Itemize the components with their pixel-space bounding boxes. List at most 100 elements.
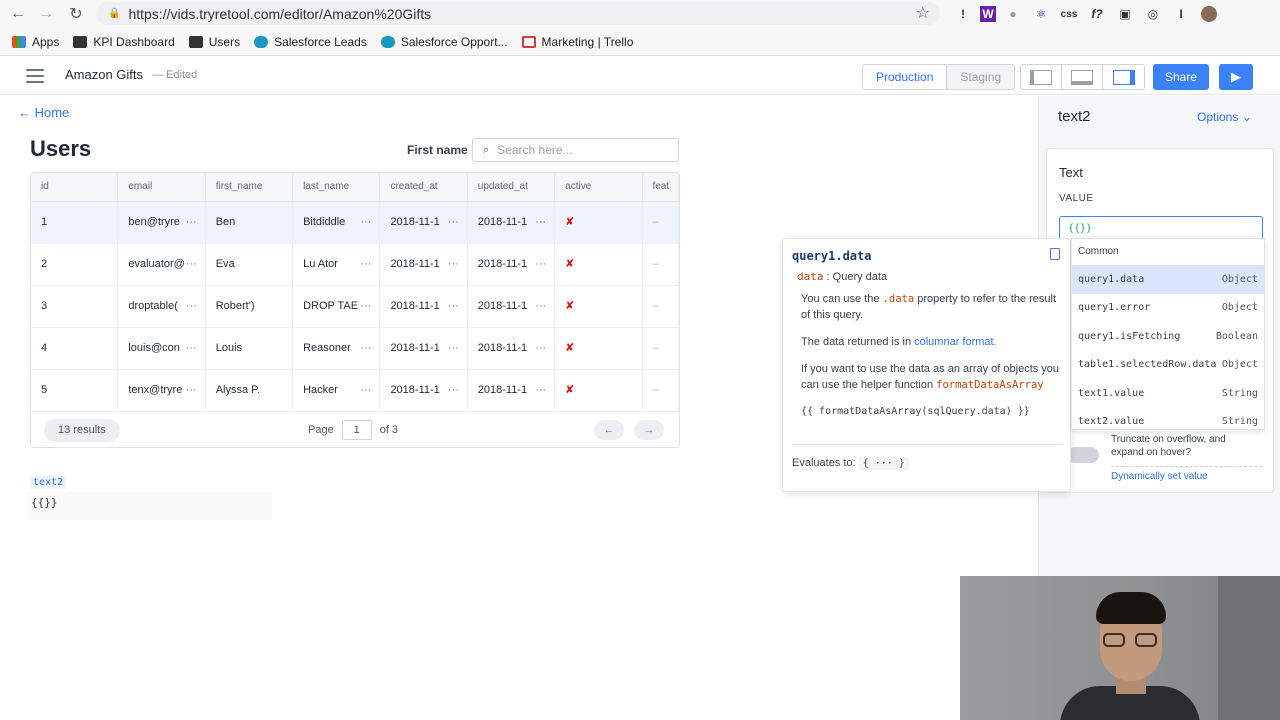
table-cell[interactable]: Ben xyxy=(206,202,294,243)
table-row[interactable]: 3 droptable(··· Robert') DROP TAE ··· 2018-11… xyxy=(31,286,679,328)
extension-icon[interactable]: ◎ xyxy=(1142,3,1164,25)
column-header[interactable]: first_name xyxy=(206,173,294,201)
bookmark-marketing-trello[interactable]: Marketing | Trello xyxy=(521,35,633,49)
search-input[interactable]: ⌕ Search here... xyxy=(472,138,679,162)
table-cell[interactable]: Bitdiddle ··· xyxy=(293,202,381,243)
overflow-icon[interactable]: ··· xyxy=(186,370,197,411)
table-cell[interactable]: 2018-11-1 ··· xyxy=(380,328,468,369)
autocomplete-item[interactable]: table1.selectedRow.data Object xyxy=(1072,351,1264,380)
extension-icon[interactable]: css xyxy=(1058,3,1080,25)
overflow-icon[interactable]: ··· xyxy=(186,286,197,327)
table-cell[interactable]: 2018-11-1 ··· xyxy=(380,202,468,243)
forward-icon[interactable]: → xyxy=(32,0,60,28)
autocomplete-item[interactable]: query1.data Object xyxy=(1072,265,1264,294)
autocomplete-item[interactable]: text2.value String xyxy=(1072,408,1264,430)
table-cell[interactable]: Robert') xyxy=(206,286,294,327)
extension-icon[interactable]: ⚛ xyxy=(1030,3,1052,25)
truncate-toggle[interactable] xyxy=(1067,447,1099,463)
reload-icon[interactable]: ↻ xyxy=(62,0,90,28)
table-cell[interactable]: – xyxy=(643,244,679,285)
overflow-icon[interactable]: ··· xyxy=(448,244,459,285)
bookmark-kpi-dashboard[interactable]: KPI Dashboard xyxy=(73,35,175,49)
overflow-icon[interactable]: ··· xyxy=(535,370,546,411)
table-cell[interactable]: louis@con ··· xyxy=(118,328,206,369)
columnar-format-link[interactable]: columnar format. xyxy=(914,336,997,348)
address-bar[interactable]: 🔒 https://vids.tryretool.com/editor/Amaz… xyxy=(96,2,940,25)
bottom-panel-toggle[interactable] xyxy=(1062,65,1103,89)
overflow-icon[interactable]: ··· xyxy=(448,286,459,327)
overflow-icon[interactable]: ··· xyxy=(535,244,546,285)
overflow-icon[interactable]: ··· xyxy=(186,202,197,243)
overflow-icon[interactable]: ··· xyxy=(360,244,371,285)
overflow-icon[interactable]: ··· xyxy=(535,202,546,243)
table-cell[interactable]: 2018-11-1 ··· xyxy=(380,370,468,411)
extension-icon[interactable]: ● xyxy=(1002,3,1024,25)
home-link[interactable]: ← Home xyxy=(18,105,69,120)
table-cell[interactable]: 4 xyxy=(31,328,119,369)
env-staging-button[interactable]: Staging xyxy=(947,65,1015,89)
table-cell[interactable]: 2018-11-1 ··· xyxy=(468,286,556,327)
prev-page-button[interactable]: ← xyxy=(594,420,624,440)
column-header[interactable]: updated_at xyxy=(468,173,556,201)
column-header[interactable]: id xyxy=(31,173,119,201)
bookmark-users[interactable]: Users xyxy=(188,35,240,49)
page-number-input[interactable]: 1 xyxy=(341,420,372,440)
profile-avatar[interactable] xyxy=(1198,3,1220,25)
column-header[interactable]: created_at xyxy=(380,173,468,201)
column-header[interactable]: feat xyxy=(643,173,679,201)
table-cell[interactable]: ben@tryre ··· xyxy=(118,202,206,243)
table-cell[interactable]: 2018-11-1 ··· xyxy=(380,286,468,327)
table-cell[interactable]: – xyxy=(643,328,679,369)
next-page-button[interactable]: → xyxy=(634,420,664,440)
table-cell[interactable]: 2018-11-1 ··· xyxy=(468,244,556,285)
extension-icon[interactable]: I xyxy=(1170,3,1192,25)
users-table[interactable]: id email first_name last_name created_at upda… xyxy=(30,172,680,448)
table-cell[interactable]: ✘ xyxy=(555,370,643,411)
extension-icon[interactable]: W xyxy=(980,6,996,22)
env-production-button[interactable]: Production xyxy=(863,65,948,89)
table-cell[interactable]: Eva xyxy=(206,244,294,285)
table-cell[interactable]: Reasoner ··· xyxy=(293,328,381,369)
table-cell[interactable]: ✘ xyxy=(555,202,643,243)
table-row[interactable]: 1 ben@tryre ··· Ben Bitdiddle ··· 2018-11-1 ···… xyxy=(31,202,679,244)
table-cell[interactable]: Louis xyxy=(206,328,294,369)
overflow-icon[interactable]: ··· xyxy=(360,370,371,411)
bookmark-salesforce-leads[interactable]: Salesforce Leads xyxy=(254,35,367,49)
table-cell[interactable]: DROP TAE ··· xyxy=(293,286,381,327)
autocomplete-item[interactable]: query1.error Object xyxy=(1072,294,1264,323)
column-header[interactable]: email xyxy=(118,173,206,201)
table-cell[interactable]: Hacker ··· xyxy=(293,370,381,411)
inspector-title[interactable]: text2 xyxy=(1058,108,1091,125)
table-cell[interactable]: tenx@tryre ··· xyxy=(118,370,206,411)
table-cell[interactable]: – xyxy=(643,202,679,243)
menu-icon[interactable] xyxy=(26,69,44,83)
overflow-icon[interactable]: ··· xyxy=(360,286,371,327)
evaluated-value[interactable]: { ··· } xyxy=(858,457,909,470)
share-button[interactable]: Share xyxy=(1153,64,1209,90)
table-cell[interactable]: droptable(··· xyxy=(118,286,206,327)
bookmark-apps[interactable]: Apps xyxy=(12,35,59,49)
right-panel-toggle[interactable] xyxy=(1103,65,1144,89)
table-cell[interactable]: Alyssa P. xyxy=(206,370,294,411)
overflow-icon[interactable]: ··· xyxy=(448,202,459,243)
extension-icon[interactable]: ! xyxy=(952,3,974,25)
overflow-icon[interactable]: ··· xyxy=(535,328,546,369)
table-cell[interactable]: 3 xyxy=(31,286,119,327)
overflow-icon[interactable]: ··· xyxy=(360,328,371,369)
table-row[interactable]: 5 tenx@tryre ··· Alyssa P. Hacker ··· 2018-11-… xyxy=(31,370,679,412)
table-cell[interactable]: – xyxy=(643,370,679,411)
autocomplete-item[interactable]: query1.isFetching Boolean xyxy=(1072,322,1264,351)
options-dropdown[interactable]: Options ⌄ xyxy=(1197,110,1252,124)
table-cell[interactable]: 1 xyxy=(31,202,119,243)
table-cell[interactable]: ✘ xyxy=(555,244,643,285)
overflow-icon[interactable]: ··· xyxy=(448,328,459,369)
extension-icon[interactable]: ▣ xyxy=(1114,3,1136,25)
app-title[interactable]: Amazon Gifts xyxy=(65,67,143,82)
text2-component[interactable]: {{}} xyxy=(26,492,272,520)
column-header[interactable]: active xyxy=(555,173,643,201)
overflow-icon[interactable]: ··· xyxy=(186,244,197,285)
table-cell[interactable]: ✘ xyxy=(555,328,643,369)
table-row[interactable]: 2 evaluator@ ··· Eva Lu Ator ··· 2018-11-1 ··· 2… xyxy=(31,244,679,286)
table-cell[interactable]: 2 xyxy=(31,244,119,285)
bookmark-star-icon[interactable]: ☆ xyxy=(916,3,930,23)
